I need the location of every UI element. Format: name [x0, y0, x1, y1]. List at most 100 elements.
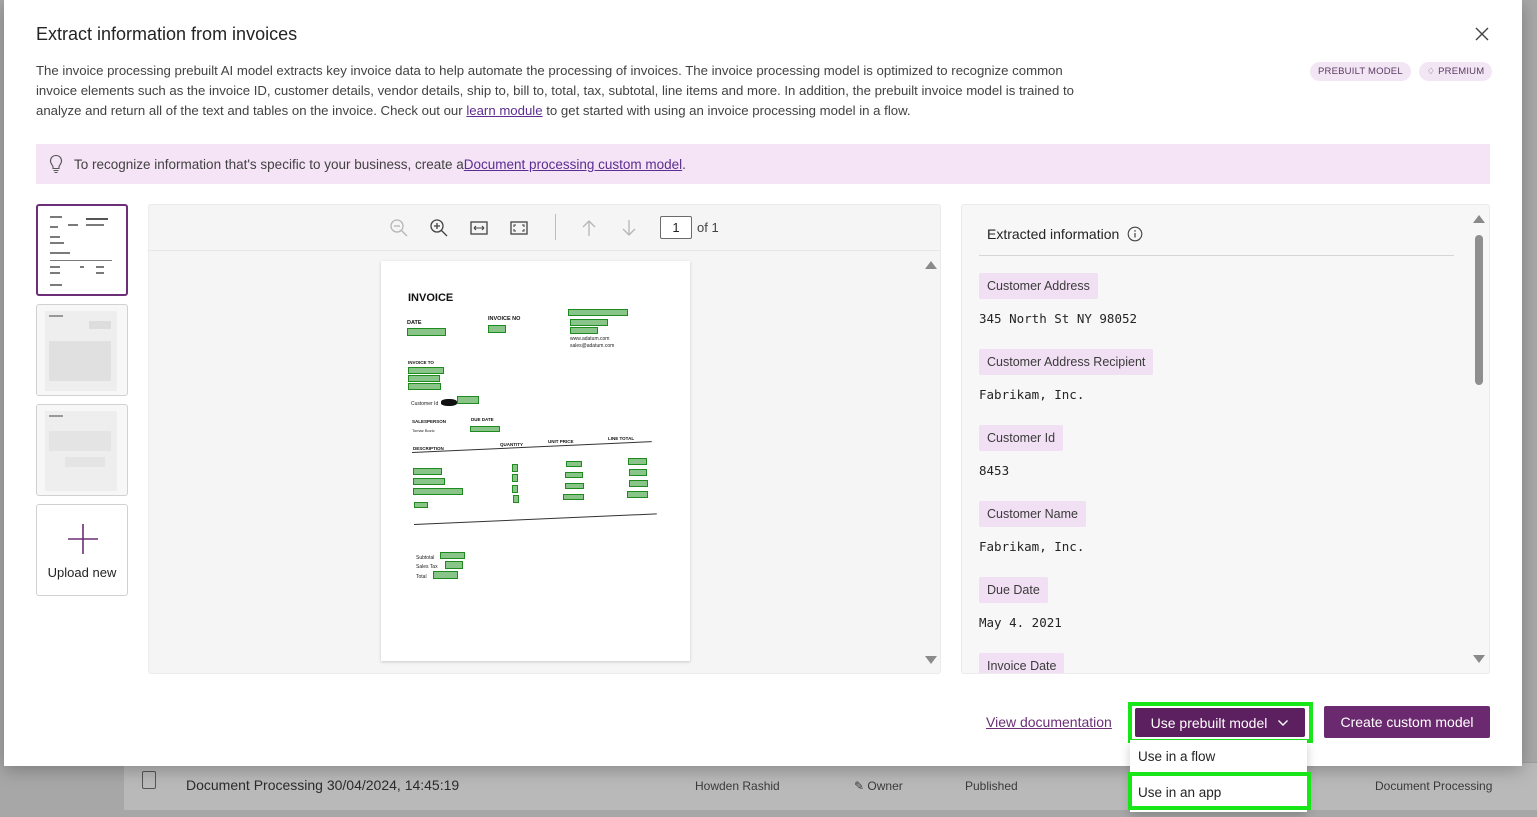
salesperson-label: SALESPERSON — [412, 419, 447, 424]
qty-box-2 — [512, 474, 518, 482]
page-number-input[interactable]: 1 — [660, 216, 692, 239]
line-item-desc-box-2 — [413, 478, 445, 485]
learn-module-link[interactable]: learn module — [466, 103, 542, 118]
row-title: Document Processing 30/04/2024, 14:45:19 — [186, 777, 460, 793]
use-prebuilt-model-button[interactable]: Use prebuilt model — [1135, 708, 1305, 737]
field-label-customer-name: Customer Name — [979, 501, 1086, 527]
prebuilt-model-badge: PREBUILT MODEL — [1310, 62, 1411, 81]
vendor-name-box — [568, 309, 628, 316]
fit-page-icon — [510, 221, 528, 235]
qty-box-1 — [512, 464, 518, 472]
sample-invoice-thumbnail-1[interactable] — [36, 204, 128, 296]
line-total-box-2 — [629, 469, 647, 476]
create-custom-model-button[interactable]: Create custom model — [1324, 706, 1490, 738]
vendor-address-box-1 — [570, 319, 608, 326]
field-value-customer-address-recipient: Fabrikam, Inc. — [979, 387, 1085, 402]
salesperson-name: Tomaz Bozic — [412, 428, 435, 433]
date-label: DATE — [407, 320, 422, 326]
total-box — [433, 571, 458, 579]
field-value-customer-address: 345 North St NY 98052 — [979, 311, 1138, 326]
unit-price-box-1 — [566, 461, 582, 467]
unit-price-box-3 — [565, 483, 584, 489]
viewer-scroll-down[interactable] — [925, 656, 937, 664]
background-table-row: Document Processing 30/04/2024, 14:45:19… — [124, 762, 1537, 810]
info-icon[interactable] — [1127, 226, 1143, 242]
field-label-customer-address-recipient: Customer Address Recipient — [979, 349, 1154, 375]
info-bar-text: To recognize information that's specific… — [74, 156, 464, 172]
menu-item-use-in-flow[interactable]: Use in a flow — [1138, 749, 1215, 764]
zoom-in-button[interactable] — [429, 218, 449, 238]
page-total: of 1 — [697, 220, 719, 235]
qty-box-4 — [513, 495, 519, 503]
field-value-customer-name: Fabrikam, Inc. — [979, 539, 1085, 554]
field-label-due-date: Due Date — [979, 577, 1048, 603]
chevron-down-icon — [1278, 719, 1289, 726]
extract-invoices-dialog: Extract information from invoices The in… — [4, 0, 1522, 766]
table-header-line — [411, 441, 652, 453]
field-label-invoice-date: Invoice Date — [979, 653, 1065, 673]
customer-street-box — [408, 375, 440, 382]
zoom-out-button[interactable] — [389, 218, 409, 238]
due-date-label: DUE DATE — [471, 417, 494, 422]
toolbar-separator — [555, 214, 556, 240]
diamond-icon: ♢ — [1426, 66, 1436, 76]
field-label-customer-address: Customer Address — [979, 273, 1098, 299]
document-viewer: 1 of 1 INVOICE DATE INVOICE NO www.adatu… — [148, 204, 941, 674]
dialog-title: Extract information from invoices — [36, 24, 298, 44]
extracted-header: Extracted information — [987, 226, 1143, 242]
sample-invoice-thumbnail-2[interactable] — [36, 304, 128, 396]
custom-model-link[interactable]: Document processing custom model — [464, 157, 682, 172]
subtotal-label: Subtotal — [416, 555, 435, 561]
fit-page-button[interactable] — [509, 218, 529, 238]
invoice-preview-page: INVOICE DATE INVOICE NO www.adatum.com s… — [381, 261, 690, 661]
extracted-divider — [979, 255, 1454, 256]
invoice-no-box — [488, 325, 506, 333]
row-role: ✎ Owner — [854, 779, 903, 793]
vendor-address-box-2 — [570, 327, 598, 334]
line-item-desc-box-1 — [413, 468, 442, 475]
sales-tax-label: Sales Tax — [416, 564, 438, 570]
highlight-use-in-app — [1128, 772, 1311, 810]
ink-mark — [441, 399, 457, 406]
premium-badge-text: PREMIUM — [1438, 66, 1485, 77]
sample-invoice-thumbnail-3[interactable] — [36, 404, 128, 496]
viewer-toolbar: 1 of 1 — [149, 205, 940, 251]
extracted-information-panel: Extracted information Customer Address 3… — [961, 204, 1490, 674]
custom-model-info-bar: To recognize information that's specific… — [36, 144, 1490, 184]
view-documentation-link[interactable]: View documentation — [986, 714, 1112, 730]
customer-name-box — [408, 367, 444, 374]
extracted-scrollbar-thumb[interactable] — [1475, 235, 1483, 385]
vendor-email: sales@adatum.com — [570, 343, 615, 349]
line-total-box-4 — [627, 491, 648, 498]
customer-id-label: Customer Id — [411, 401, 439, 407]
document-icon — [142, 771, 156, 789]
invoice-title: INVOICE — [408, 292, 454, 304]
thumbnail-page — [45, 311, 117, 391]
upload-new-label: Upload new — [47, 565, 117, 580]
premium-badge: ♢ PREMIUM — [1418, 62, 1493, 81]
invoice-to-label: INVOICE TO — [408, 360, 434, 365]
due-date-box — [470, 426, 500, 432]
description-text-2: to get started with using an invoice pro… — [542, 103, 911, 118]
field-label-customer-id: Customer Id — [979, 425, 1064, 451]
sales-tax-box — [445, 561, 463, 569]
line-total-box-1 — [628, 458, 647, 465]
dialog-description: The invoice processing prebuilt AI model… — [36, 61, 1106, 121]
row-owner-name: Howden Rashid — [695, 779, 780, 793]
extracted-scroll-up[interactable] — [1473, 215, 1485, 223]
upload-new-button[interactable]: Upload new — [36, 504, 128, 596]
background-right-strip — [1522, 180, 1537, 580]
extracted-scroll-down[interactable] — [1473, 655, 1485, 663]
invoice-no-label: INVOICE NO — [488, 316, 521, 322]
vendor-website: www.adatum.com — [570, 336, 610, 342]
fit-width-icon — [470, 221, 488, 235]
next-page-button[interactable] — [619, 218, 639, 238]
extracted-header-text: Extracted information — [987, 226, 1120, 242]
close-button[interactable] — [1472, 24, 1492, 44]
table-footer-line — [413, 513, 657, 525]
plus-icon — [68, 524, 98, 554]
fit-width-button[interactable] — [469, 218, 489, 238]
viewer-scroll-up[interactable] — [925, 261, 937, 269]
previous-page-button[interactable] — [579, 218, 599, 238]
row-status: Published — [965, 779, 1018, 793]
